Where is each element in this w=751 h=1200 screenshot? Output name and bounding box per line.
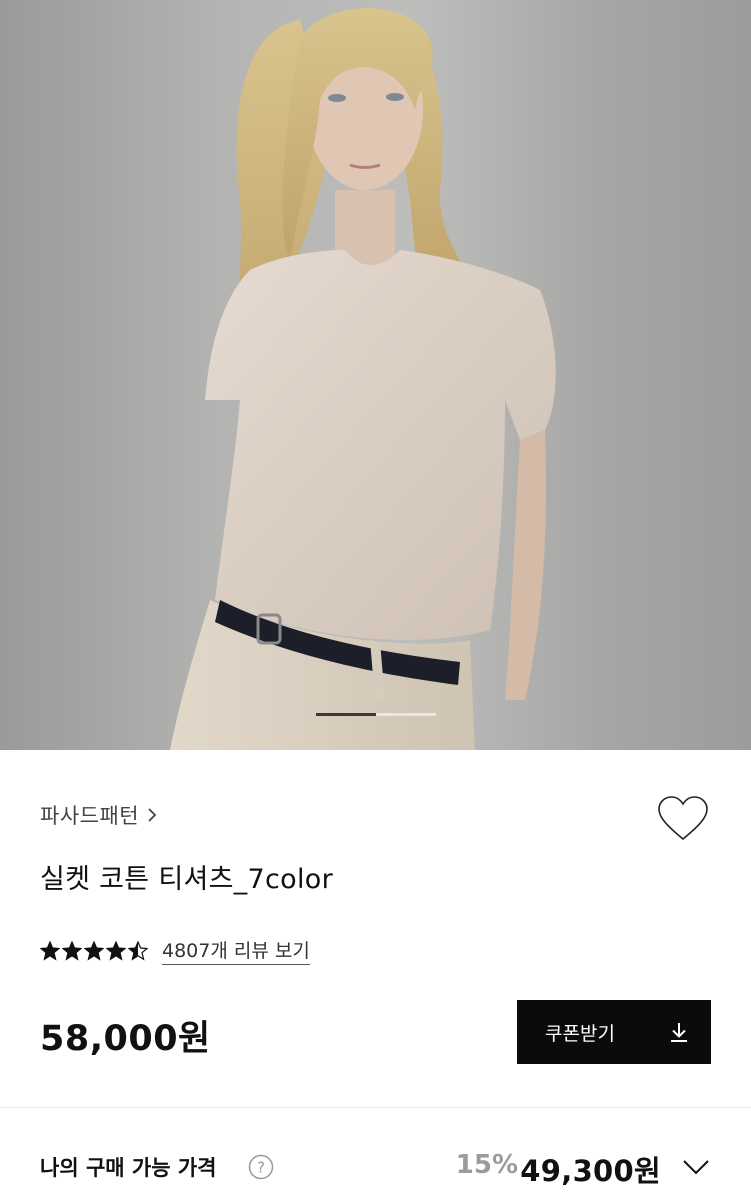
- product-image[interactable]: [0, 0, 751, 750]
- chevron-down-icon[interactable]: [681, 1156, 711, 1178]
- rating-row: 4807개 리뷰 보기: [40, 936, 310, 965]
- discount-rate: 15%: [455, 1150, 518, 1180]
- brand-name: 파사드패턴: [40, 804, 140, 828]
- star-icon: [40, 940, 60, 961]
- section-divider: [0, 1107, 751, 1108]
- star-icon: [62, 940, 82, 961]
- review-link[interactable]: 4807개 리뷰 보기: [162, 936, 310, 965]
- coupon-download-button[interactable]: 쿠폰받기: [517, 1000, 711, 1064]
- product-title: 실켓 코튼 티셔츠_7color: [40, 864, 334, 895]
- my-price-row[interactable]: 나의 구매 가능 가격 ? 15% 49,300원: [40, 1148, 711, 1188]
- model-photo: [170, 8, 556, 750]
- question-circle-icon[interactable]: ?: [248, 1154, 274, 1180]
- star-icon: [84, 940, 104, 961]
- chevron-right-icon: [148, 808, 157, 822]
- product-price: 58,000원: [40, 1019, 211, 1059]
- rating-stars: [40, 940, 148, 961]
- star-icon: [106, 940, 126, 961]
- carousel-indicator-active: [316, 713, 376, 716]
- my-price-label: 나의 구매 가능 가격: [40, 1156, 217, 1180]
- coupon-button-label: 쿠폰받기: [545, 1023, 615, 1045]
- final-price: 49,300원: [520, 1154, 661, 1188]
- brand-link[interactable]: 파사드패턴: [40, 800, 157, 830]
- svg-text:?: ?: [257, 1159, 265, 1177]
- heart-outline-icon[interactable]: [656, 795, 710, 843]
- star-icon: [128, 940, 148, 961]
- download-icon: [671, 1023, 687, 1042]
- carousel-indicator: [316, 713, 436, 716]
